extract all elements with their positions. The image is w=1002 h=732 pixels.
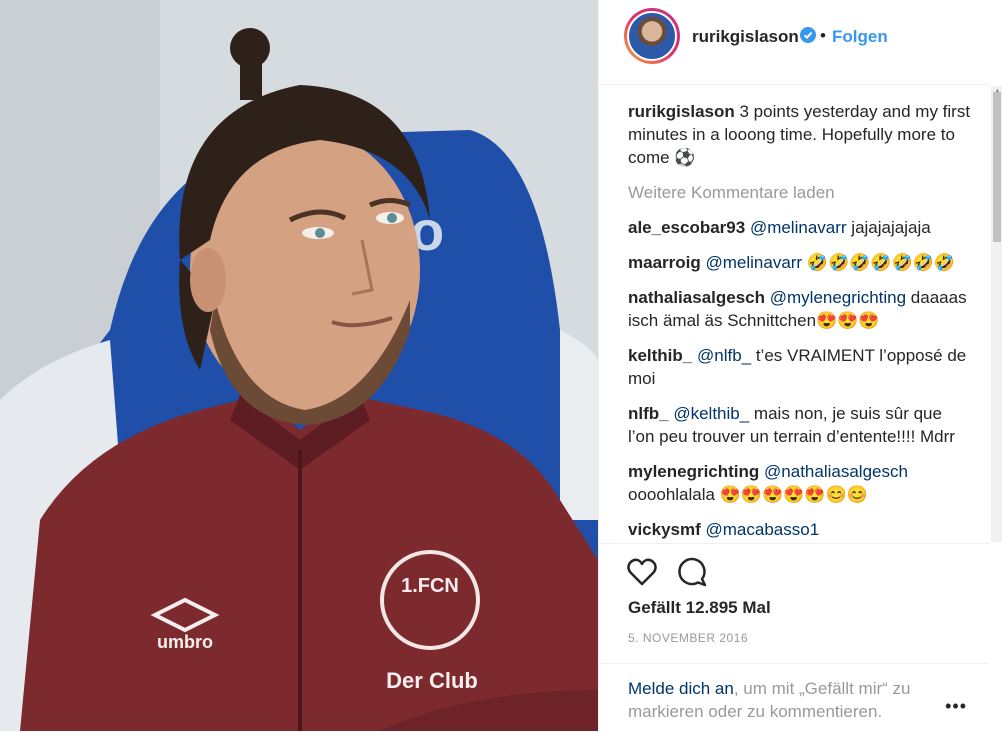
list-item: maarroig @melinavarr 🤣🤣🤣🤣🤣🤣🤣 (628, 251, 973, 274)
list-item: kelthib_ @nlfb_ t’es VRAIMENT l’opposé d… (628, 344, 973, 390)
likes-count[interactable]: Gefällt 12.895 Mal (628, 598, 771, 618)
load-more-comments-button[interactable]: Weitere Kommentare laden (628, 181, 973, 204)
comment-username[interactable]: ale_escobar93 (628, 218, 745, 237)
list-item: ale_escobar93 @melinavarr jajajajajaja (628, 216, 973, 239)
comment-username[interactable]: nlfb_ (628, 404, 669, 423)
like-heart-icon[interactable] (626, 556, 658, 588)
comment-text: oooohlalala 😍😍😍😍😍😊😊 (628, 485, 868, 504)
comment-username[interactable]: kelthib_ (628, 346, 692, 365)
post-date: 5. NOVEMBER 2016 (628, 631, 749, 645)
comment-username[interactable]: vickysmf (628, 520, 701, 539)
comment-text: 🤣🤣🤣🤣🤣🤣🤣 (802, 253, 956, 272)
post-actions: Gefällt 12.895 Mal 5. NOVEMBER 2016 (599, 543, 989, 664)
comments-scrollbar[interactable]: ▲ (991, 86, 1002, 542)
avatar-image (627, 11, 677, 61)
comment-mention[interactable]: @nlfb_ (697, 346, 751, 365)
list-item: nathaliasalgesch @mylenegrichting daaaas… (628, 286, 973, 332)
header-separator: • (820, 26, 826, 45)
comment-mention[interactable]: @melinavarr (705, 253, 802, 272)
comment-text: jajajajajaja (846, 218, 931, 237)
login-link[interactable]: Melde dich an (628, 679, 734, 698)
comment-mention[interactable]: @mylenegrichting (770, 288, 906, 307)
list-item: vickysmf @macabasso1 (628, 518, 973, 541)
crest-number: 1.FCN (401, 575, 459, 597)
more-options-icon[interactable]: ••• (945, 696, 967, 717)
post-side-panel: rurikgislason • Folgen rurikgislason 3 p… (598, 0, 1002, 731)
comment-username[interactable]: nathaliasalgesch (628, 288, 765, 307)
comment-mention[interactable]: @macabasso1 (706, 520, 820, 539)
post-footer: Melde dich an, um mit „Gefällt mir“ zu m… (599, 663, 989, 732)
crest-club-name: Der Club (386, 668, 478, 693)
verified-badge-icon (800, 27, 816, 43)
photo-illustration: o 1.FCN Der Club umbro (0, 0, 598, 731)
comment-username[interactable]: mylenegrichting (628, 462, 759, 481)
comment-mention[interactable]: @melinavarr (750, 218, 847, 237)
list-item: nlfb_ @kelthib_ mais non, je suis sûr qu… (628, 402, 973, 448)
list-item: mylenegrichting @nathaliasalgesch oooohl… (628, 460, 973, 506)
post-photo[interactable]: o 1.FCN Der Club umbro (0, 0, 598, 731)
scrollbar-thumb[interactable] (993, 92, 1001, 242)
comments-list: rurikgislason 3 points yesterday and my … (628, 100, 973, 543)
header-username[interactable]: rurikgislason (692, 27, 799, 47)
caption: rurikgislason 3 points yesterday and my … (628, 100, 973, 169)
login-prompt: Melde dich an, um mit „Gefällt mir“ zu m… (628, 677, 948, 723)
caption-username[interactable]: rurikgislason (628, 102, 735, 121)
comment-bubble-icon[interactable] (676, 556, 708, 588)
comment-mention[interactable]: @nathaliasalgesch (764, 462, 908, 481)
avatar[interactable] (624, 8, 680, 64)
brand-text: umbro (157, 632, 213, 652)
comment-username[interactable]: maarroig (628, 253, 701, 272)
comment-mention[interactable]: @kelthib_ (673, 404, 749, 423)
post-header: rurikgislason • Folgen (599, 0, 989, 85)
follow-button[interactable]: Folgen (832, 27, 888, 47)
